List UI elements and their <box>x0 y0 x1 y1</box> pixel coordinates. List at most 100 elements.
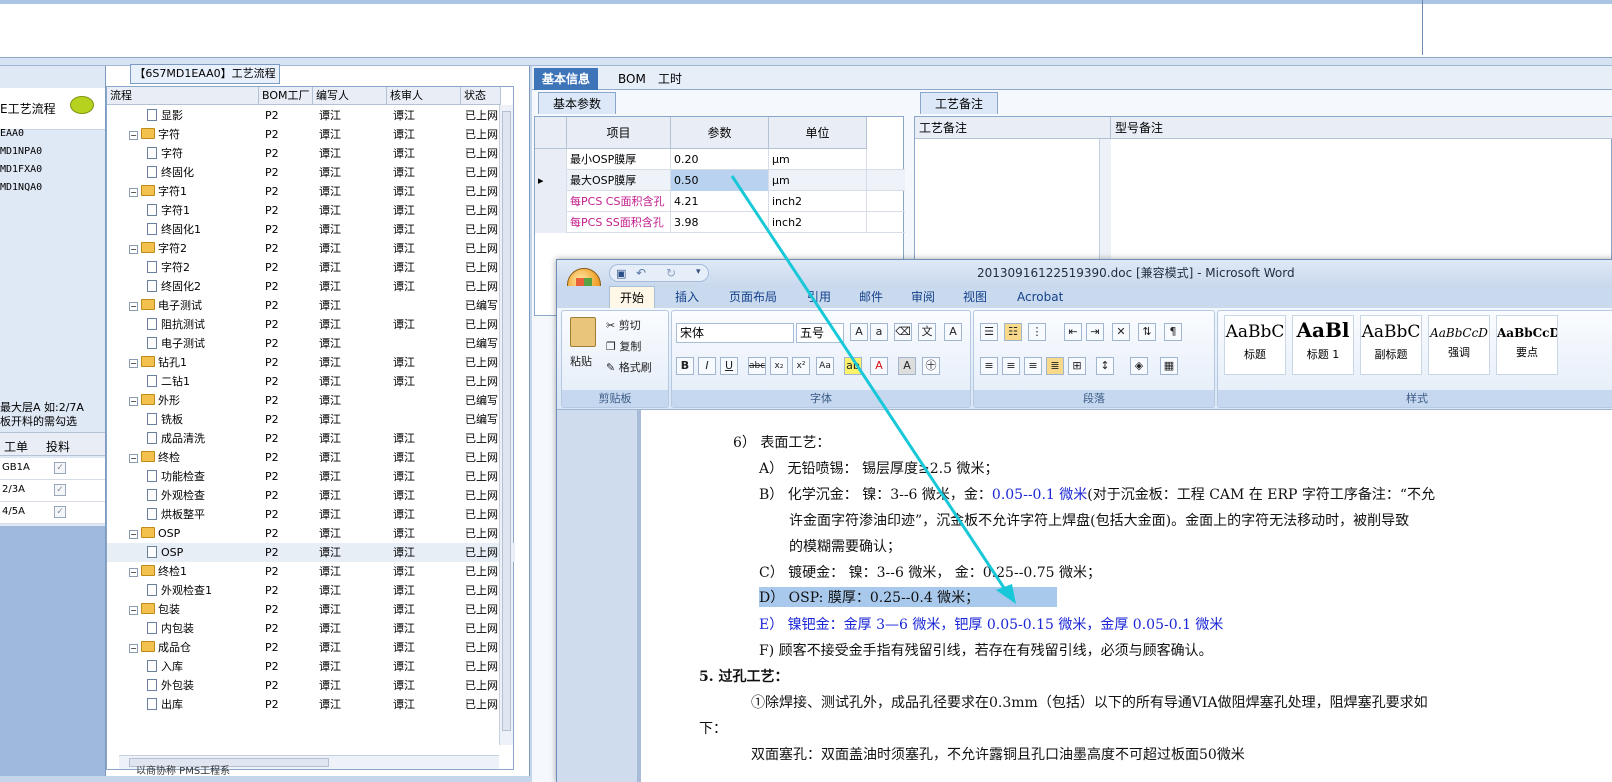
list-item[interactable]: EAA0 <box>0 128 24 139</box>
tree-row[interactable]: 二钻1 P2 谭江 谭江 已上网 <box>107 372 515 391</box>
line-spacing-icon[interactable]: ↕ <box>1096 357 1114 375</box>
table-row[interactable]: 2/3A ✓ <box>0 480 105 502</box>
tab-bom[interactable]: BOM <box>610 68 654 90</box>
column-header-item[interactable]: 项目 <box>567 117 671 149</box>
collapse-toggle-icon[interactable]: − <box>129 568 138 577</box>
change-case-icon[interactable]: Aa <box>816 357 834 375</box>
italic-icon[interactable]: I <box>698 357 716 375</box>
customize-qat-icon[interactable]: ▾ <box>696 267 701 277</box>
distribute-icon[interactable]: ⊞ <box>1068 357 1086 375</box>
increase-indent-icon[interactable]: ⇥ <box>1086 323 1104 341</box>
tree-row[interactable]: 电子测试 P2 谭江 已编写 <box>107 334 515 353</box>
style-heading-1[interactable]: AaBl 标题 1 <box>1292 315 1354 375</box>
char-border-icon[interactable]: A <box>944 323 962 341</box>
column-header-process-note[interactable]: 工艺备注 <box>915 117 1111 139</box>
style-strong[interactable]: AaBbCcD 要点 <box>1496 315 1558 375</box>
column-header-unit[interactable]: 单位 <box>769 117 867 149</box>
tree-row[interactable]: 成品清洗 P2 谭江 谭江 已上网 <box>107 429 515 448</box>
tree-row[interactable]: 终固化 P2 谭江 谭江 已上网 <box>107 163 515 182</box>
tree-row[interactable]: 烘板整平 P2 谭江 谭江 已上网 <box>107 505 515 524</box>
format-painter-button[interactable]: ✎ 格式刷 <box>606 359 652 375</box>
column-header-bom[interactable]: BOM工厂 <box>259 87 313 105</box>
copy-button[interactable]: ❐ 复制 <box>606 338 641 354</box>
ribbon-tab-acrobat[interactable]: Acrobat <box>1017 286 1063 308</box>
tree-row[interactable]: − 终检 P2 谭江 谭江 已上网 <box>107 448 515 467</box>
collapse-toggle-icon[interactable]: − <box>129 454 138 463</box>
tree-row[interactable]: 字符2 P2 谭江 谭江 已上网 <box>107 258 515 277</box>
tree-row[interactable]: 功能检查 P2 谭江 谭江 已上网 <box>107 467 515 486</box>
param-row[interactable]: 每PCS SS面积含孔 3.98 inch2 <box>535 212 905 233</box>
show-marks-icon[interactable]: ¶ <box>1164 323 1182 341</box>
bold-icon[interactable]: B <box>676 357 694 375</box>
font-name-combo[interactable]: 宋体 <box>676 323 794 343</box>
tree-row[interactable]: − OSP P2 谭江 谭江 已上网 <box>107 524 515 543</box>
scroll-thumb[interactable] <box>502 111 511 731</box>
collapse-toggle-icon[interactable]: − <box>129 644 138 653</box>
tree-row[interactable]: 显影 P2 谭江 谭江 已上网 <box>107 106 515 125</box>
align-right-icon[interactable]: ≡ <box>1024 357 1042 375</box>
collapse-toggle-icon[interactable]: − <box>129 302 138 311</box>
param-value-cell[interactable]: 0.20 <box>671 149 769 170</box>
bullets-icon[interactable]: ☰ <box>980 323 998 341</box>
subscript-icon[interactable]: x₂ <box>770 357 788 375</box>
tree-row[interactable]: 外包装 P2 谭江 谭江 已上网 <box>107 676 515 695</box>
tree-row[interactable]: 字符 P2 谭江 谭江 已上网 <box>107 144 515 163</box>
column-header-model-note[interactable]: 型号备注 <box>1111 117 1612 139</box>
column-header-param[interactable]: 参数 <box>671 117 769 149</box>
align-left-icon[interactable]: ≡ <box>980 357 998 375</box>
collapse-toggle-icon[interactable]: − <box>129 245 138 254</box>
chat-bubble-icon[interactable] <box>70 96 94 114</box>
tree-row[interactable]: 铣板 P2 谭江 已编写 <box>107 410 515 429</box>
tree-row[interactable]: − 钻孔1 P2 谭江 谭江 已上网 <box>107 353 515 372</box>
tree-row[interactable]: 出库 P2 谭江 谭江 已上网 <box>107 695 515 714</box>
tree-row[interactable]: − 电子测试 P2 谭江 已编写 <box>107 296 515 315</box>
tree-row[interactable]: − 包装 P2 谭江 谭江 已上网 <box>107 600 515 619</box>
tree-row[interactable]: − 成品仓 P2 谭江 谭江 已上网 <box>107 638 515 657</box>
param-value-cell[interactable]: 0.50 <box>671 170 769 191</box>
collapse-toggle-icon[interactable]: − <box>129 606 138 615</box>
align-center-icon[interactable]: ≡ <box>1002 357 1020 375</box>
tree-row[interactable]: OSP P2 谭江 谭江 已上网 <box>107 543 515 562</box>
redo-icon[interactable]: ↻ <box>666 266 676 280</box>
tree-row[interactable]: 阻抗测试 P2 谭江 谭江 已上网 <box>107 315 515 334</box>
multilevel-list-icon[interactable]: ⋮ <box>1028 323 1046 341</box>
collapse-toggle-icon[interactable]: − <box>129 530 138 539</box>
tree-row[interactable]: 终固化1 P2 谭江 谭江 已上网 <box>107 220 515 239</box>
enclose-char-icon[interactable]: ㊉ <box>922 357 940 375</box>
grow-font-icon[interactable]: A <box>850 323 868 341</box>
char-shading-icon[interactable]: A <box>898 357 916 375</box>
param-value-cell[interactable]: 4.21 <box>671 191 769 212</box>
style-emphasis[interactable]: AaBbCcD 强调 <box>1428 315 1490 375</box>
strikethrough-icon[interactable]: abc <box>748 357 766 375</box>
tree-row[interactable]: − 终检1 P2 谭江 谭江 已上网 <box>107 562 515 581</box>
decrease-indent-icon[interactable]: ⇤ <box>1064 323 1082 341</box>
clear-format-icon[interactable]: ⌫ <box>894 323 912 341</box>
list-item[interactable]: MD1NQA0 <box>0 182 42 193</box>
list-item[interactable]: MD1FXA0 <box>0 164 42 175</box>
highlight-icon[interactable]: ab <box>844 357 862 375</box>
phonetic-icon[interactable]: 文 <box>918 323 936 341</box>
ribbon-tab-mailings[interactable]: 邮件 <box>859 286 883 308</box>
ribbon-tab-layout[interactable]: 页面布局 <box>729 286 777 308</box>
tree-row[interactable]: − 字符1 P2 谭江 谭江 已上网 <box>107 182 515 201</box>
shading-icon[interactable]: ◈ <box>1130 357 1148 375</box>
tree-row[interactable]: − 外形 P2 谭江 已编写 <box>107 391 515 410</box>
table-row[interactable]: 4/5A ✓ <box>0 502 105 524</box>
param-row[interactable]: 每PCS CS面积含孔 4.21 inch2 <box>535 191 905 212</box>
tree-row[interactable]: 外观检查 P2 谭江 谭江 已上网 <box>107 486 515 505</box>
chinese-layout-icon[interactable]: ✕ <box>1112 323 1130 341</box>
numbering-icon[interactable]: ☷ <box>1004 323 1022 341</box>
ribbon-tab-references[interactable]: 引用 <box>807 286 831 308</box>
param-row[interactable]: 最小OSP膜厚 0.20 μm <box>535 149 905 170</box>
quick-access-toolbar[interactable]: ▣ ↶ ↻ ▾ <box>609 264 709 282</box>
feed-checkbox[interactable]: ✓ <box>54 462 66 474</box>
feed-checkbox[interactable]: ✓ <box>54 484 66 496</box>
style-subtitle[interactable]: AaBbC 副标题 <box>1360 315 1422 375</box>
document-page[interactable]: 6） 表面工艺： A） 无铅喷锡： 锡层厚度≥2.5 微米； B） 化学沉金： … <box>641 410 1612 782</box>
ribbon-tab-home[interactable]: 开始 <box>609 286 656 308</box>
list-item[interactable]: MD1NPA0 <box>0 146 42 157</box>
tree-vertical-scrollbar[interactable] <box>499 105 513 745</box>
font-color-icon[interactable]: A <box>870 357 888 375</box>
row-selector[interactable] <box>535 149 567 170</box>
column-header-flow[interactable]: 流程 <box>107 87 259 105</box>
